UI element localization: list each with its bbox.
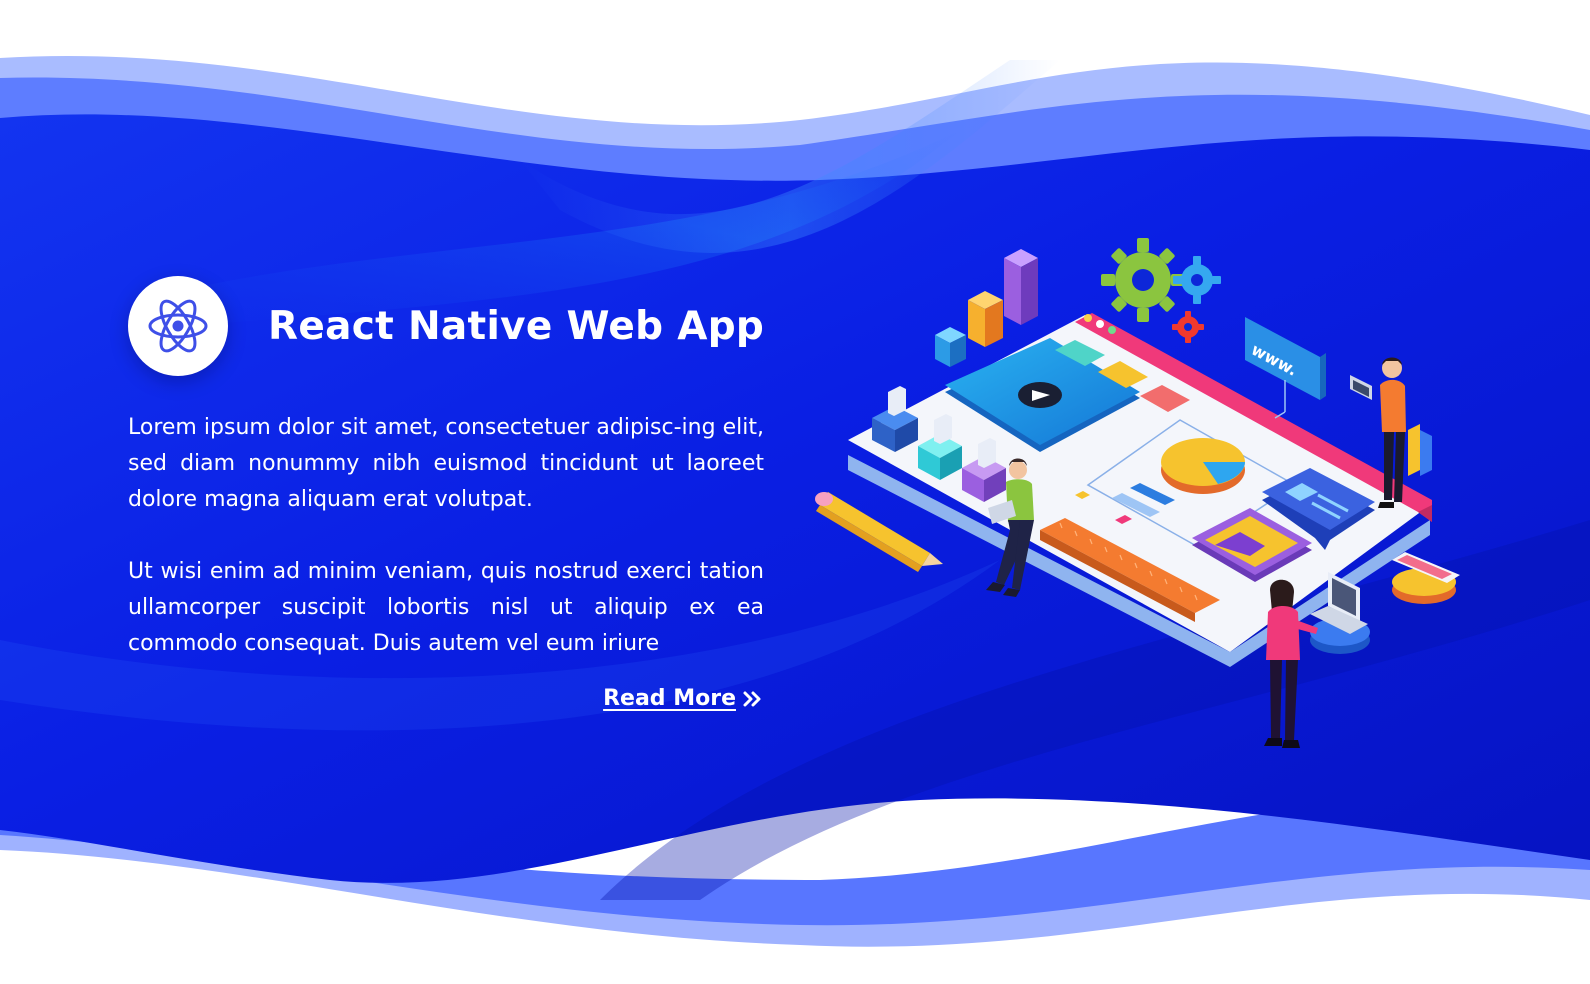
- title-row: React Native Web App: [128, 276, 764, 376]
- window-dot: [1096, 320, 1104, 328]
- read-more-link[interactable]: Read More: [603, 686, 764, 711]
- intro-paragraph: Lorem ipsum dolor sit amet, consectetuer…: [128, 415, 764, 512]
- read-more-row: Read More: [128, 686, 764, 711]
- read-more-label: Read More: [603, 686, 736, 711]
- detail-paragraph: Ut wisi enim ad minim veniam, quis nostr…: [128, 559, 764, 656]
- double-chevron-right-icon: [743, 691, 761, 706]
- window-dot: [1084, 314, 1092, 322]
- page-title: React Native Web App: [268, 303, 765, 349]
- react-logo-badge: [128, 276, 228, 376]
- react-atom-icon: [148, 299, 208, 353]
- hero-content: React Native Web App Lorem ipsum dolor s…: [128, 276, 764, 711]
- window-dot: [1108, 326, 1116, 334]
